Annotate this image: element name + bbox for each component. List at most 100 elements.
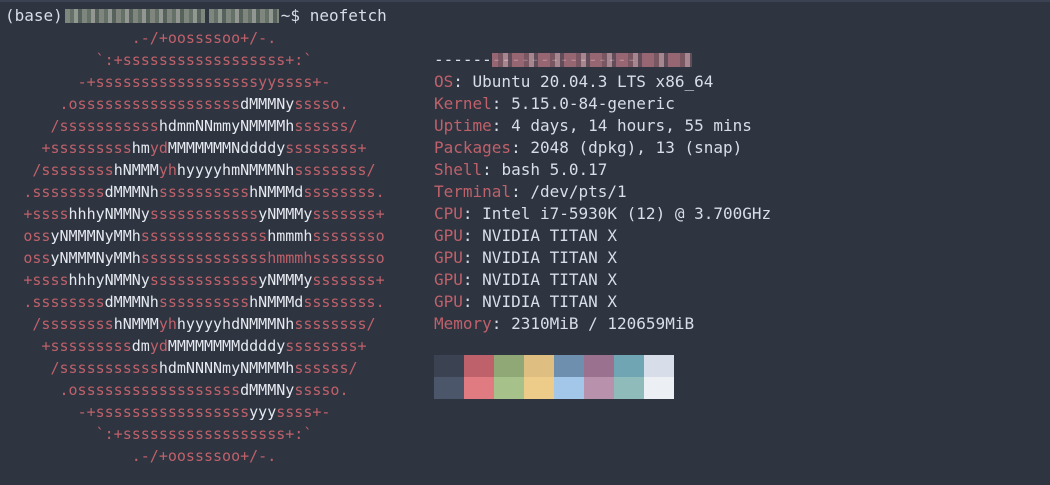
logo-segment: +ssss (23, 271, 69, 289)
info-row-cpu: CPU: Intel i7-5930K (12) @ 3.700GHz (434, 204, 772, 223)
info-value: NVIDIA TITAN X (482, 248, 618, 267)
logo-line: /ssssssssssshdmmNNmmyNMMMMhssssss/ (0, 115, 408, 137)
info-value: /dev/pts/1 (530, 182, 627, 201)
info-key: Memory (434, 314, 492, 333)
logo-line: .-/+oossssoo+/-. (0, 27, 408, 49)
info-value: Ubuntu 20.04.3 LTS x86_64 (472, 72, 714, 91)
logo-segment: MMMMMMMNddddy (167, 139, 286, 157)
logo-segment: .ssssssss (23, 183, 105, 201)
color-palette (434, 355, 674, 399)
logo-line: ossyNMMMNyMMhsssssssssssssshmmmhssssssso (0, 247, 408, 269)
logo-segment: hyyyyhmNMMMNh (176, 161, 295, 179)
logo-segment: hdmNNNNmyNMMMMh (158, 359, 295, 377)
info-key: GPU (434, 270, 463, 289)
palette-swatch-bright-2 (494, 377, 524, 399)
logo-segment: +sssssssss (41, 139, 132, 157)
logo-segment: hNMMM (113, 161, 159, 179)
logo-segment: hNMMMd (249, 183, 304, 201)
logo-segment: ssssssss. (303, 183, 385, 201)
logo-segment: ssssssss/ (294, 161, 376, 179)
info-rows: OS: Ubuntu 20.04.3 LTS x86_64 Kernel: 5.1… (434, 71, 771, 335)
logo-segment: sssssssssssssshmmmhssssssso (140, 249, 385, 267)
logo-line: .ossssssssssssssssssdMMMNysssso. (0, 379, 408, 401)
logo-segment: yyy (249, 403, 277, 421)
logo-segment: ssssss/ (294, 117, 358, 135)
logo-segment: hdmmNNmmyNMMMMh (158, 117, 295, 135)
logo-segment: /ssssssss (32, 315, 114, 333)
info-value: 2048 (dpkg), 13 (snap) (530, 138, 743, 157)
logo-segment: hNMMMd (249, 293, 304, 311)
logo-segment: ssssssssssss (149, 271, 259, 289)
logo-line: -+ssssssssssssssssssyyssss+- (0, 71, 408, 93)
logo-segment: dMMMNh (104, 183, 159, 201)
info-row-gpu: GPU: NVIDIA TITAN X (434, 292, 618, 311)
info-row-kernel: Kernel: 5.15.0-84-generic (434, 94, 675, 113)
palette-swatch-normal-5 (584, 355, 614, 377)
logo-segment: dm (131, 337, 150, 355)
info-value: NVIDIA TITAN X (482, 270, 618, 289)
logo-segment: hyyyyhdNMMMNh (176, 315, 295, 333)
logo-segment: ssssssso (312, 227, 385, 245)
logo-segment: yd (149, 337, 168, 355)
system-info-panel: --------------------- OS: Ubuntu 20.04.3… (434, 27, 771, 335)
logo-segment: sssssss+ (312, 205, 385, 223)
info-key: GPU (434, 226, 463, 245)
info-value: 5.15.0-84-generic (511, 94, 675, 113)
logo-line: /sssssssshNMMMyhhyyyyhmNMMMNhssssssss/ (0, 159, 408, 181)
logo-segment: -+sssssssssssssssss (77, 403, 250, 421)
palette-swatch-normal-4 (554, 355, 584, 377)
logo-segment: sssso. (294, 95, 349, 113)
logo-segment: .-/+oossssoo+/-. (131, 29, 277, 47)
info-key: Packages (434, 138, 512, 157)
logo-line: `:+ssssssssssssssssss+:` (0, 423, 408, 445)
logo-segment: ssssssssss (158, 293, 250, 311)
logo-line: .ossssssssssssssssssdMMMNysssso. (0, 93, 408, 115)
logo-segment: .ossssssssssssssssss (59, 381, 241, 399)
terminal-window[interactable]: (base) ~$ neofetch .-/+oossssoo+/-. `:+ss… (0, 0, 1050, 485)
logo-line: `:+ssssssssssssssssss+:` (0, 49, 408, 71)
logo-segment: +sssssssss (41, 337, 132, 355)
logo-segment: oss (23, 227, 51, 245)
logo-segment: /sssssssssss (50, 117, 159, 135)
redacted-user-at-host (491, 53, 692, 67)
palette-swatch-bright-4 (554, 377, 584, 399)
logo-segment: sssso. (294, 381, 349, 399)
info-row-gpu: GPU: NVIDIA TITAN X (434, 248, 618, 267)
info-row-shell: Shell: bash 5.0.17 (434, 160, 608, 179)
logo-line: ossyNMMMNyMMhsssssssssssssshmmmhssssssso (0, 225, 408, 247)
info-key: Uptime (434, 116, 492, 135)
info-key: GPU (434, 292, 463, 311)
window-top-border (0, 0, 1050, 2)
logo-segment: sssssss+ (312, 271, 385, 289)
info-key: Terminal (434, 182, 512, 201)
info-key: GPU (434, 248, 463, 267)
info-key: CPU (434, 204, 463, 223)
logo-segment: yNMMMy (258, 205, 313, 223)
logo-segment: ssssssss/ (294, 315, 376, 333)
conda-env-label: (base) (5, 6, 63, 25)
palette-swatch-bright-1 (464, 377, 494, 399)
logo-segment: /ssssssss (32, 161, 114, 179)
logo-segment: /sssssssssss (50, 359, 159, 377)
palette-swatch-normal-3 (524, 355, 554, 377)
user-host-line (434, 27, 771, 67)
logo-segment: .-/+oossssoo+/-. (131, 447, 277, 465)
info-row-terminal: Terminal: /dev/pts/1 (434, 182, 627, 201)
logo-segment: ssssssssssssss (140, 227, 268, 245)
ubuntu-ascii-logo: .-/+oossssoo+/-. `:+ssssssssssssssssss+:`… (0, 27, 408, 467)
logo-line: +sssshhhyNMMNyssssssssssssyNMMMysssssss+ (0, 269, 408, 291)
logo-segment: yh (158, 315, 177, 333)
logo-line: .ssssssssdMMMNhsssssssssshNMMMdssssssss. (0, 181, 408, 203)
info-row-os: OS: Ubuntu 20.04.3 LTS x86_64 (434, 72, 714, 91)
logo-segment: hhhyNMMNy (68, 205, 150, 223)
logo-segment: yNMMMNyMMh (50, 227, 141, 245)
logo-segment: hNMMM (113, 315, 159, 333)
logo-line: +sssshhhyNMMNyssssssssssssyNMMMysssssss+ (0, 203, 408, 225)
logo-segment: `:+ssssssssssssssssss+:` (95, 425, 313, 443)
info-row-gpu: GPU: NVIDIA TITAN X (434, 226, 618, 245)
logo-line: .-/+oossssoo+/-. (0, 445, 408, 467)
logo-segment: yNMMMy (258, 271, 313, 289)
palette-swatch-normal-1 (464, 355, 494, 377)
logo-segment: .ssssssss (23, 293, 105, 311)
logo-line: -+sssssssssssssssssyyyssss+- (0, 401, 408, 423)
